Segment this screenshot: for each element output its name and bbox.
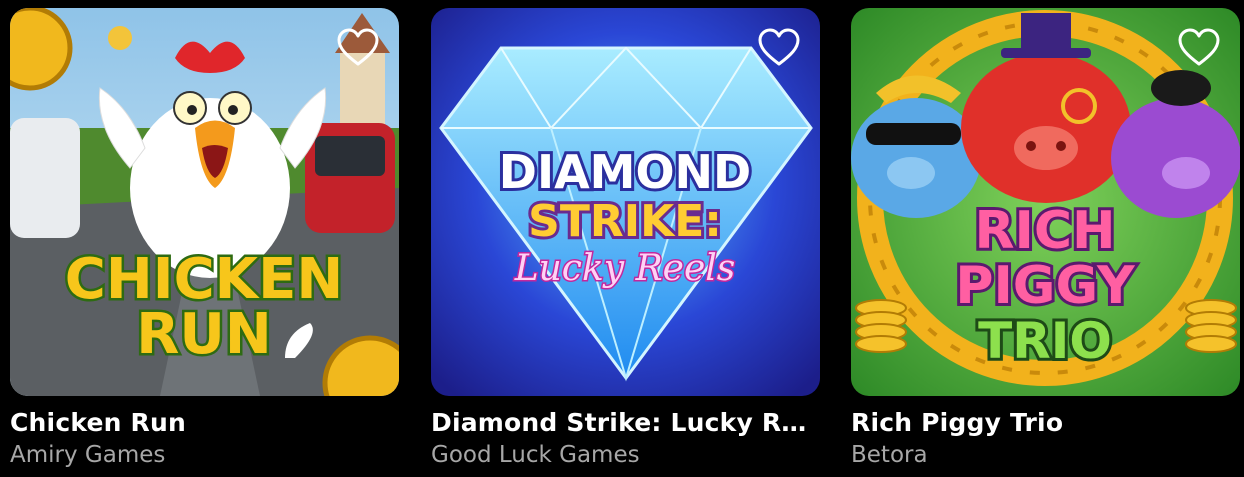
favorite-button[interactable] bbox=[335, 28, 381, 68]
favorite-button[interactable] bbox=[1176, 28, 1222, 68]
game-provider: Good Luck Games bbox=[431, 442, 640, 468]
favorite-button[interactable] bbox=[756, 28, 802, 68]
game-provider: Amiry Games bbox=[10, 442, 166, 468]
heart-outline-icon bbox=[1178, 28, 1220, 66]
game-thumbnail[interactable]: DIAMOND STRIKE: Lucky Reels bbox=[431, 8, 820, 396]
game-provider: Betora bbox=[851, 442, 928, 468]
game-grid: CHICKEN RUN Chicken Run Amiry Games DIAM… bbox=[0, 0, 1244, 477]
logo-line-1: RICH bbox=[974, 201, 1115, 261]
game-title[interactable]: Diamond Strike: Lucky R… bbox=[431, 408, 820, 438]
logo-line-3: Lucky Reels bbox=[514, 248, 736, 289]
game-thumbnail[interactable]: CHICKEN RUN bbox=[10, 8, 399, 396]
logo-line-1: DIAMOND bbox=[499, 145, 751, 199]
logo-line-3: TRIO bbox=[978, 312, 1112, 370]
game-card-rich-piggy-trio[interactable]: RICH PIGGY TRIO Rich Piggy Trio Betora bbox=[851, 8, 1240, 470]
heart-outline-icon bbox=[337, 28, 379, 66]
game-thumbnail[interactable]: RICH PIGGY TRIO bbox=[851, 8, 1240, 396]
game-card-chicken-run[interactable]: CHICKEN RUN Chicken Run Amiry Games bbox=[10, 8, 399, 470]
game-card-diamond-strike[interactable]: DIAMOND STRIKE: Lucky Reels Diamond Stri… bbox=[431, 8, 820, 470]
logo-line-2: STRIKE: bbox=[528, 196, 722, 247]
game-title[interactable]: Chicken Run bbox=[10, 408, 399, 438]
logo-line-2: RUN bbox=[136, 302, 271, 367]
heart-outline-icon bbox=[758, 28, 800, 66]
logo-line-2: PIGGY bbox=[955, 256, 1136, 316]
game-title[interactable]: Rich Piggy Trio bbox=[851, 408, 1240, 438]
